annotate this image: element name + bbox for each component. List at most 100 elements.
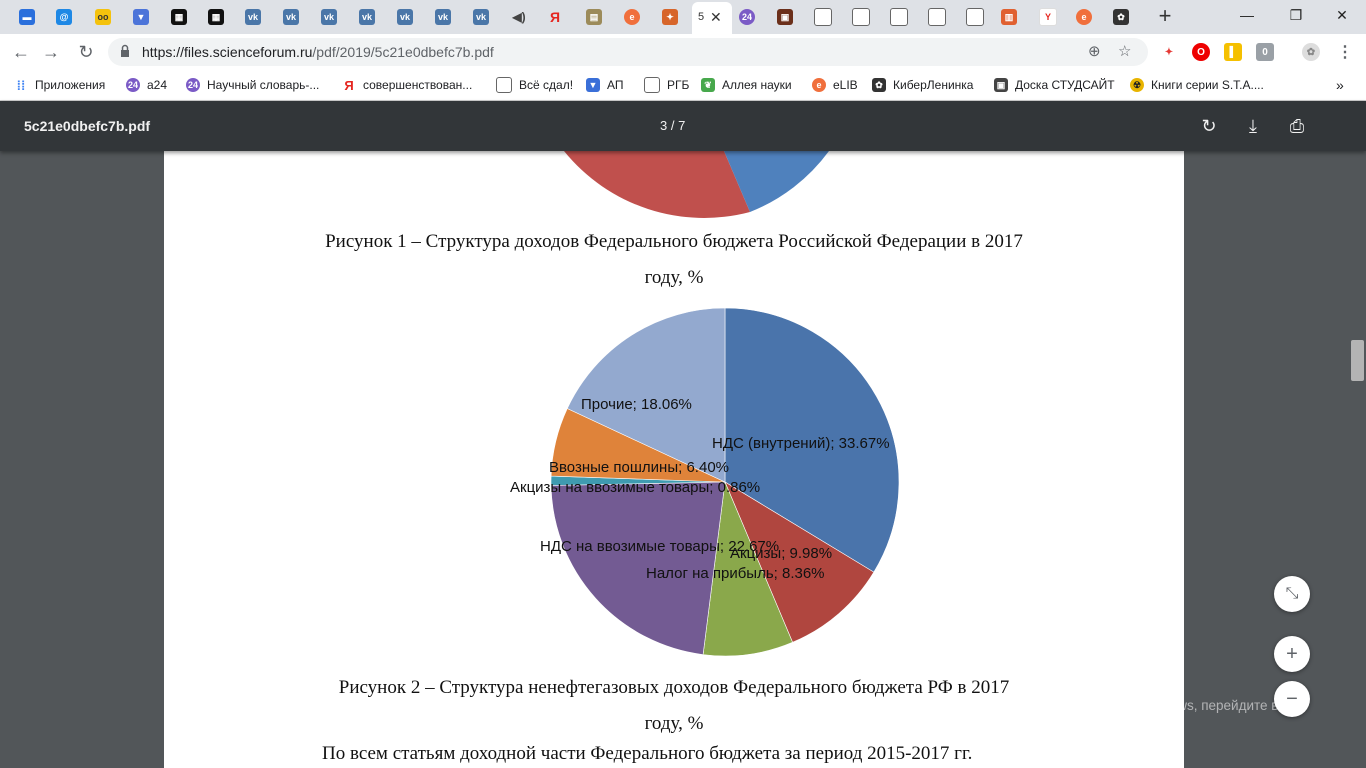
flag-icon[interactable]: ▌	[1224, 43, 1242, 61]
tab-book[interactable]: ▥	[994, 4, 1024, 30]
watermark-line2: раздел "Параметры".	[1007, 717, 1140, 732]
bookmark-apps[interactable]: ⁞⁞ Приложения	[14, 76, 106, 94]
scrollbar-track[interactable]	[1350, 151, 1366, 768]
tab-vk-2[interactable]: vk	[276, 4, 306, 30]
tab-doc-4[interactable]	[922, 4, 952, 30]
tab-yandex[interactable]: Я	[540, 4, 570, 30]
forward-button[interactable]: →	[38, 39, 64, 65]
tab-yandex-2[interactable]: Y	[1033, 4, 1063, 30]
shield-icon: ▼	[586, 78, 600, 92]
vk-icon: vk	[245, 9, 261, 25]
bookmark-cyberleninka[interactable]: ✿ КиберЛенинка	[872, 76, 973, 94]
tab-vk-6[interactable]: vk	[428, 4, 458, 30]
bookmark-label: a24	[147, 78, 168, 92]
figure2-pie-chart: НДС (внутрений); 33.67%Акцизы; 9.98%Нало…	[510, 307, 900, 657]
tab-film[interactable]: ▣	[770, 4, 800, 30]
tab-audio[interactable]: ◀)	[504, 4, 534, 30]
tab-game[interactable]: ▤	[579, 4, 609, 30]
tab-doc-3[interactable]	[884, 4, 914, 30]
vk-icon: vk	[397, 9, 413, 25]
url-host: https://files.scienceforum.ru	[142, 44, 313, 60]
bookmark-stalker-books[interactable]: ☢ Книги серии S.T.A....	[1130, 76, 1264, 94]
bookmark-ap[interactable]: ▼ АП	[586, 76, 624, 94]
bookmark-star-icon[interactable]: ☆	[1118, 42, 1131, 60]
tab-vk-7[interactable]: vk	[466, 4, 496, 30]
tab-vk-1[interactable]: vk	[238, 4, 268, 30]
speaker-icon: ◀)	[512, 10, 526, 24]
zoom-icon[interactable]: ⊕	[1088, 42, 1101, 60]
opera-icon[interactable]: O	[1192, 43, 1210, 61]
rotate-icon[interactable]: ↻	[1196, 113, 1222, 139]
shield-icon: ▼	[133, 9, 149, 25]
extension-badge-icon[interactable]: 0	[1256, 43, 1274, 61]
clapper-icon: ▦	[208, 9, 224, 25]
cyberleninka-icon: ✿	[1113, 9, 1129, 25]
windows-activation-watermark: Активация Windows Чтобы активировать Win…	[1007, 670, 1278, 734]
bookmark-label: Всё сдал!	[519, 78, 574, 92]
vk-icon: vk	[359, 9, 375, 25]
fit-page-button[interactable]: ⤡	[1274, 576, 1310, 612]
figure1-pie-fragment	[564, 151, 829, 218]
tab-doc-1[interactable]	[808, 4, 838, 30]
bookmark-elib[interactable]: e eLIB	[812, 76, 858, 94]
tab-cyberleninka[interactable]: ✿	[1106, 4, 1136, 30]
tab-fox[interactable]: ✦	[655, 4, 685, 30]
book-icon: ▥	[1001, 9, 1017, 25]
pie-slice-label: НДС (внутрений); 33.67%	[712, 435, 890, 452]
profile-avatar[interactable]: ✿	[1302, 43, 1320, 61]
menu-icon[interactable]: ⋮	[1336, 43, 1354, 61]
tab-doc-5[interactable]	[960, 4, 990, 30]
vk-icon: vk	[283, 9, 299, 25]
new-tab-button[interactable]: +	[1152, 4, 1178, 30]
tab-active[interactable]: 5 ✕	[692, 2, 732, 34]
bookmark-improvement[interactable]: Ясовершенствован...	[342, 76, 472, 94]
bookmarks-overflow-icon[interactable]: »	[1336, 76, 1344, 94]
tab-vk-5[interactable]: vk	[390, 4, 420, 30]
scrollbar-thumb[interactable]	[1351, 340, 1364, 381]
zoom-out-button[interactable]: −	[1274, 681, 1310, 717]
tab-elib-2[interactable]: e	[1069, 4, 1099, 30]
bookmark-label: Научный словарь-...	[207, 78, 320, 92]
close-icon[interactable]: ✕	[710, 9, 722, 26]
tab-vk-3[interactable]: vk	[314, 4, 344, 30]
tab-shield[interactable]: ▼	[126, 4, 156, 30]
zoom-in-button[interactable]: +	[1274, 636, 1310, 672]
extension-colorful-icon[interactable]: ✦	[1160, 43, 1178, 61]
bookmark-passed[interactable]: Всё сдал!	[496, 76, 573, 94]
tab-mail[interactable]: @	[49, 4, 79, 30]
download-icon[interactable]: ⤓	[1240, 113, 1266, 139]
tab-vk-4[interactable]: vk	[352, 4, 382, 30]
vk-icon: vk	[435, 9, 451, 25]
back-button[interactable]: ←	[8, 39, 34, 65]
bookmark-label: АП	[607, 78, 624, 92]
cyberleninka-icon: ✿	[872, 78, 886, 92]
bookmark-label: eLIB	[833, 78, 858, 92]
extension-badge-count: 0	[1262, 46, 1268, 58]
bookmark-rgb[interactable]: РГБ	[644, 76, 689, 94]
pie-slice-label: Налог на прибыль; 8.36%	[646, 565, 825, 582]
tab-strip: ▬ @ oo ▼ ▦ ▦ vk vk vk vk vk vk vk ◀) Я ▤…	[0, 0, 1366, 34]
restore-button[interactable]: ❐	[1276, 4, 1316, 28]
reload-button[interactable]: ↻	[73, 39, 99, 65]
tab-glasses[interactable]: oo	[88, 4, 118, 30]
tab-doc-2[interactable]	[846, 4, 876, 30]
tab-a24[interactable]: 24	[732, 4, 762, 30]
bookmark-studsite[interactable]: ▣ Доска СТУДСАЙТ	[994, 76, 1115, 94]
print-icon[interactable]: ⎙	[1284, 113, 1310, 139]
pie-slice-label: Прочие; 18.06%	[581, 396, 692, 413]
tab-clapper-2[interactable]: ▦	[201, 4, 231, 30]
figure1-slice-red	[564, 151, 750, 218]
fox-icon: ✦	[662, 9, 678, 25]
minimize-button[interactable]: —	[1227, 4, 1267, 28]
tab-elib[interactable]: e	[617, 4, 647, 30]
bookmark-science-alley[interactable]: ❦ Аллея науки	[701, 76, 792, 94]
window-close-button[interactable]: ✕	[1322, 4, 1362, 28]
bookmark-a24[interactable]: 24 a24	[126, 76, 167, 94]
tab-clapper-1[interactable]: ▦	[164, 4, 194, 30]
apps-icon: ⁞⁞	[16, 77, 26, 93]
doc-icon	[890, 8, 908, 26]
bookmark-dictionary[interactable]: 24 Научный словарь-...	[186, 76, 319, 94]
game-icon: ▤	[586, 9, 602, 25]
address-bar[interactable]: https://files.scienceforum.ru/pdf/2019/5…	[108, 38, 1148, 66]
tab-chat[interactable]: ▬	[12, 4, 42, 30]
